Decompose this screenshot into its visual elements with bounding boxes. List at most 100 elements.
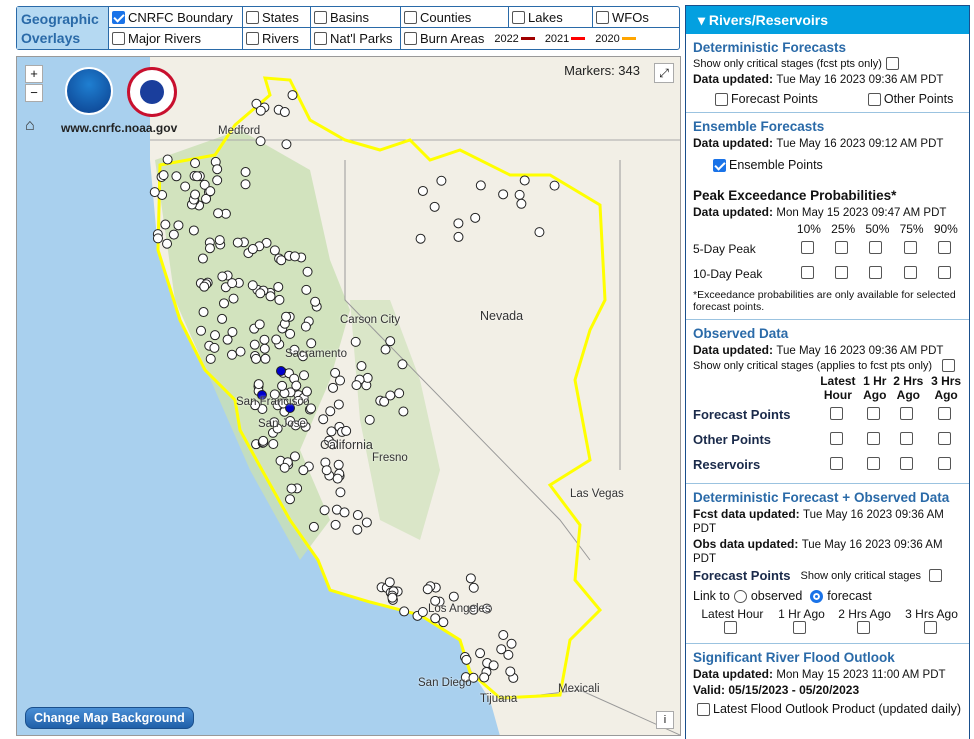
checkbox[interactable]: [866, 431, 880, 445]
forecast-point-marker[interactable]: [422, 584, 433, 595]
checkbox[interactable]: [404, 10, 417, 24]
checkbox[interactable]: [938, 431, 952, 445]
forecast-point-marker[interactable]: [228, 293, 239, 304]
forecast-point-marker[interactable]: [273, 281, 284, 292]
forecast-point-marker[interactable]: [475, 180, 486, 191]
forecast-point-marker[interactable]: [534, 227, 545, 238]
forecast-point-marker[interactable]: [308, 521, 319, 532]
forecast-point-marker[interactable]: [188, 225, 199, 236]
forecast-point-marker[interactable]: [214, 235, 225, 246]
selected-point-marker[interactable]: [276, 366, 286, 376]
forecast-point-marker[interactable]: [326, 426, 337, 437]
forecast-point-marker[interactable]: [196, 325, 207, 336]
forecast-point-marker[interactable]: [306, 338, 317, 349]
forecast-point-marker[interactable]: [505, 666, 516, 677]
forecast-point-marker[interactable]: [276, 255, 287, 266]
forecast-point-marker[interactable]: [260, 353, 271, 364]
forecast-point-marker[interactable]: [190, 158, 201, 169]
checkbox[interactable]: [938, 406, 952, 420]
forecast-point-marker[interactable]: [180, 181, 191, 192]
panel-header[interactable]: ▾ Rivers/Reservoirs: [686, 6, 969, 34]
forecast-point-marker[interactable]: [438, 617, 449, 628]
forecast-point-marker[interactable]: [339, 507, 350, 518]
checkbox[interactable]: [246, 32, 259, 45]
forecast-point-marker[interactable]: [192, 171, 203, 182]
forecast-point-marker[interactable]: [325, 406, 336, 417]
checkbox[interactable]: [800, 240, 814, 254]
checkbox[interactable]: [937, 240, 951, 254]
checkbox[interactable]: [938, 456, 952, 470]
forecast-point-marker[interactable]: [436, 175, 447, 186]
critical-stages-checkbox[interactable]: [885, 57, 899, 70]
forecast-point-marker[interactable]: [299, 370, 310, 381]
overlay-counties[interactable]: Counties: [401, 7, 509, 28]
forecast-point-marker[interactable]: [287, 90, 298, 101]
checkbox[interactable]: [835, 240, 849, 254]
forecast-point-marker[interactable]: [227, 278, 238, 289]
forecast-point-marker[interactable]: [335, 487, 346, 498]
overlay-basins[interactable]: Basins: [311, 7, 401, 28]
checkbox[interactable]: [314, 32, 327, 45]
zoom-in-button[interactable]: +: [25, 65, 43, 83]
overlay-states[interactable]: States: [243, 7, 311, 28]
forecast-point-marker[interactable]: [302, 266, 313, 277]
forecast-point-marker[interactable]: [269, 245, 280, 256]
checkbox[interactable]: [724, 621, 738, 634]
checkbox[interactable]: [937, 265, 951, 279]
forecast-point-marker[interactable]: [160, 219, 171, 230]
latest-flood-outlook-checkbox[interactable]: [697, 702, 710, 716]
forecast-point-marker[interactable]: [254, 319, 265, 330]
checkbox[interactable]: [900, 431, 914, 445]
forecast-point-marker[interactable]: [199, 281, 210, 292]
forecast-point-marker[interactable]: [514, 189, 525, 200]
forecast-point-marker[interactable]: [328, 382, 339, 393]
forecast-point-marker[interactable]: [516, 198, 527, 209]
forecast-point-marker[interactable]: [268, 438, 279, 449]
forecast-point-marker[interactable]: [417, 606, 428, 617]
forecast-point-marker[interactable]: [212, 175, 223, 186]
forecast-point-marker[interactable]: [387, 592, 398, 603]
forecast-points-checkbox[interactable]: [715, 92, 728, 106]
forecast-point-marker[interactable]: [251, 353, 262, 364]
forecast-point-marker[interactable]: [301, 386, 312, 397]
checkbox[interactable]: [835, 265, 849, 279]
forecast-point-marker[interactable]: [253, 379, 264, 390]
forecast-point-marker[interactable]: [332, 473, 343, 484]
forecast-point-marker[interactable]: [549, 180, 560, 191]
checkbox[interactable]: [512, 10, 525, 24]
forecast-point-marker[interactable]: [219, 298, 230, 309]
forecast-point-marker[interactable]: [217, 271, 228, 282]
forecast-point-marker[interactable]: [380, 344, 391, 355]
forecast-point-marker[interactable]: [259, 343, 270, 354]
forecast-point-marker[interactable]: [198, 307, 209, 318]
forecast-point-marker[interactable]: [470, 212, 481, 223]
checkbox[interactable]: [800, 265, 814, 279]
forecast-point-marker[interactable]: [274, 294, 285, 305]
forecast-point-marker[interactable]: [453, 218, 464, 229]
forecast-point-marker[interactable]: [255, 288, 266, 299]
checkbox[interactable]: [404, 32, 417, 45]
forecast-point-marker[interactable]: [385, 336, 396, 347]
forecast-point-marker[interactable]: [356, 361, 367, 372]
forecast-point-marker[interactable]: [429, 201, 440, 212]
forecast-radio[interactable]: [810, 589, 824, 603]
ensemble-points-checkbox[interactable]: [713, 158, 726, 172]
checkbox[interactable]: [866, 406, 880, 420]
obs-critical-checkbox[interactable]: [942, 359, 956, 372]
forecast-point-marker[interactable]: [255, 105, 266, 116]
forecast-point-marker[interactable]: [352, 510, 363, 521]
forecast-point-marker[interactable]: [209, 342, 220, 353]
forecast-point-marker[interactable]: [168, 229, 179, 240]
forecast-point-marker[interactable]: [394, 388, 405, 399]
forecast-point-marker[interactable]: [162, 238, 173, 249]
overlay-cnrfc-boundary[interactable]: CNRFC Boundary: [109, 7, 243, 28]
forecast-point-marker[interactable]: [173, 220, 184, 231]
forecast-point-marker[interactable]: [453, 231, 464, 242]
forecast-point-marker[interactable]: [285, 494, 296, 505]
forecast-point-marker[interactable]: [291, 380, 302, 391]
forecast-point-marker[interactable]: [298, 465, 309, 476]
info-button[interactable]: i: [656, 711, 674, 729]
forecast-point-marker[interactable]: [468, 582, 479, 593]
forecast-point-marker[interactable]: [277, 380, 288, 391]
overlay-major-rivers[interactable]: Major Rivers: [109, 28, 243, 49]
